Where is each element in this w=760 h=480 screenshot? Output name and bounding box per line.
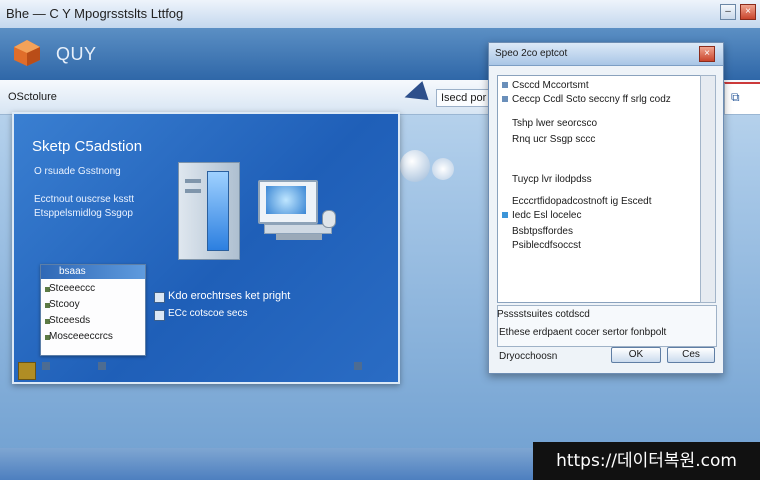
- server-stripe: [185, 189, 201, 193]
- status-icon: [42, 362, 50, 370]
- window-title-bar: Bhe — C Y Mpogrsstslts Lttfog – ×: [0, 0, 760, 29]
- decorative-bubble-icon: [400, 150, 430, 182]
- minimize-button[interactable]: –: [720, 4, 736, 20]
- background-window-icon: ⧉: [731, 90, 740, 104]
- close-button[interactable]: ×: [740, 4, 756, 20]
- keyboard-icon: [276, 234, 322, 240]
- dialog-footer-label: Dryocchoosn: [499, 351, 558, 362]
- toolbar-nav-button[interactable]: Isecd por: [436, 89, 492, 107]
- cancel-button[interactable]: Ces: [667, 347, 715, 363]
- watermark: https://데이터복원.com: [533, 442, 760, 480]
- dialog-title-bar: Speo 2co eptcot ×: [489, 43, 723, 66]
- app-logo-icon: [14, 40, 40, 66]
- setup-line-2: Etsppelsmidlog Ssgop: [34, 208, 133, 219]
- toolbar-label: OSctolure: [8, 91, 57, 103]
- dialog-list: Csccd Mccortsmt Ceccp Ccdl Scto seccny f…: [497, 75, 701, 303]
- list-item[interactable]: Bsbtpsffordes: [512, 226, 573, 237]
- dialog-close-button[interactable]: ×: [699, 46, 715, 62]
- list-item-icon: [502, 96, 508, 102]
- chip-icon: [18, 362, 36, 380]
- setup-panel: Sketp C5adstion O rsuade Gsstnong Ecctno…: [12, 112, 400, 384]
- server-illustration-icon: [178, 162, 240, 260]
- mini-window: bsaas Stceeeccc Stcooy Stceesds Mosceeec…: [40, 264, 146, 356]
- mini-window-title: bsaas: [59, 266, 86, 277]
- list-item[interactable]: Psiblecdfsoccst: [512, 240, 581, 251]
- list-item[interactable]: Tshp lwer seorcsco: [512, 118, 597, 129]
- status-icon: [354, 362, 362, 370]
- option-label-2: ECc cotscoe secs: [168, 308, 248, 319]
- mini-list-item[interactable]: Stcooy: [49, 299, 80, 310]
- laptop-illustration-icon: [258, 180, 318, 224]
- mini-list-item[interactable]: Stceesds: [49, 315, 90, 326]
- list-item-icon: [502, 212, 508, 218]
- setup-line-1: Ecctnout ouscrse ksstt: [34, 194, 135, 205]
- laptop-screen: [266, 186, 306, 214]
- group-text: Ethese erdpaent cocer sertor fonbpolt: [499, 327, 667, 338]
- setup-heading: Sketp C5adstion: [32, 138, 143, 155]
- dialog-scrollbar[interactable]: [700, 75, 716, 303]
- laptop-base: [264, 224, 332, 234]
- decorative-bubble-icon: [432, 158, 454, 180]
- dialog-title: Speo 2co eptcot: [495, 48, 568, 59]
- setup-subtitle: O rsuade Gsstnong: [34, 166, 121, 177]
- list-item[interactable]: Csccd Mccortsmt: [512, 80, 589, 91]
- app-name: QUY: [56, 44, 97, 64]
- mini-list-item[interactable]: Mosceeeccrcs: [49, 331, 113, 342]
- server-stripe: [185, 179, 201, 183]
- list-item[interactable]: Iedc Esl locelec: [512, 210, 581, 221]
- option-checkbox[interactable]: [154, 310, 165, 321]
- option-checkbox[interactable]: [154, 292, 165, 303]
- list-item[interactable]: Tuycp lvr ilodpdss: [512, 174, 592, 185]
- list-item[interactable]: Ceccp Ccdl Scto seccny ff srlg codz: [512, 94, 671, 105]
- options-dialog: Speo 2co eptcot × Csccd Mccortsmt Ceccp …: [488, 42, 724, 374]
- list-item[interactable]: Ecccrtfidopadcostnoft ig Escedt: [512, 196, 652, 207]
- window-title: Bhe — C Y Mpogrsstslts Lttfog: [6, 6, 184, 21]
- ok-button[interactable]: OK: [611, 347, 661, 363]
- list-item[interactable]: Rnq ucr Ssgp sccc: [512, 134, 595, 145]
- option-label-1: Kdo erochtrses ket pright: [168, 290, 291, 302]
- mini-list-item[interactable]: Stceeeccc: [49, 283, 95, 294]
- list-item-icon: [502, 82, 508, 88]
- mouse-icon: [322, 210, 336, 228]
- server-glow: [207, 171, 229, 251]
- background-window[interactable]: ⧉: [724, 82, 760, 114]
- status-icon: [98, 362, 106, 370]
- mini-window-title-bar: bsaas: [41, 265, 145, 279]
- group-title: Psssstsuites cotdscd: [497, 309, 590, 320]
